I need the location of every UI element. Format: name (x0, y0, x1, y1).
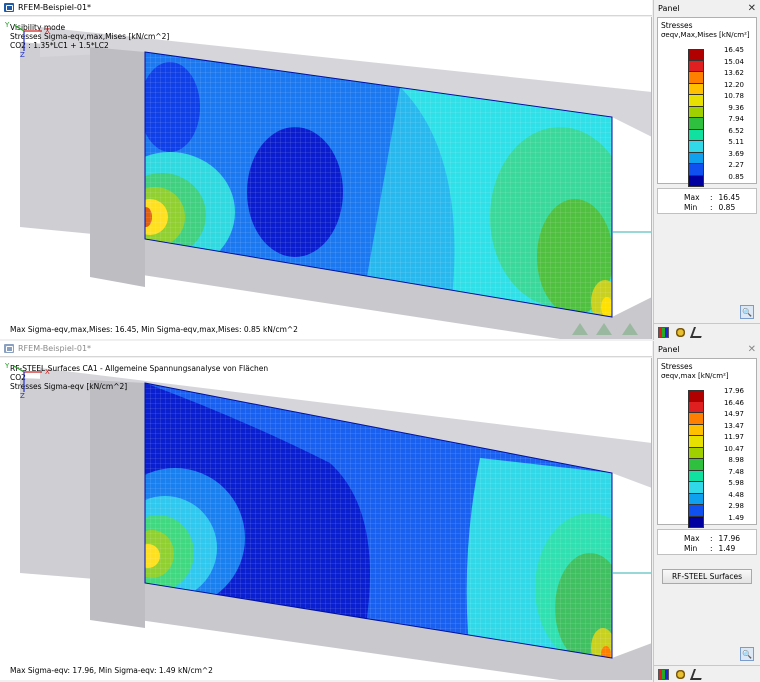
rf-steel-surfaces-button[interactable]: RF-STEEL Surfaces (662, 569, 752, 584)
color-swatch (688, 164, 704, 176)
beam-stiffener (90, 380, 145, 628)
color-swatch (688, 413, 704, 425)
bottom-panel-footer (654, 665, 760, 682)
top-legend: Stresses σeqv,Max,Mises [kN/cm²] 16.45 15… (657, 17, 757, 187)
color-swatch (688, 424, 704, 436)
bottom-title-bar[interactable]: RFEM-Beispiel-01* (0, 341, 652, 357)
color-swatch (688, 482, 704, 494)
results-icon[interactable] (675, 668, 686, 680)
axes-icon[interactable] (689, 326, 706, 338)
zoom-icon[interactable]: 🔍 (740, 647, 754, 661)
top-scale-values: 16.45 15.04 13.62 12.20 10.78 9.36 7.94 6.52 5… (723, 46, 744, 181)
bottom-panel: Panel ✕ Stresses σeqv,max [kN/cm²] 17.96… (653, 341, 760, 682)
color-swatch (688, 447, 704, 459)
svg-text:X: X (45, 368, 50, 376)
color-swatch (688, 83, 704, 95)
top-window: RFEM-Beispiel-01* Visibility mode Stress… (0, 0, 760, 340)
close-icon[interactable]: ✕ (748, 344, 756, 355)
top-window-title: RFEM-Beispiel-01* (18, 3, 92, 12)
svg-text:Y: Y (4, 21, 10, 29)
color-swatch (688, 390, 704, 402)
svg-text:Z: Z (20, 392, 25, 398)
bottom-window-title: RFEM-Beispiel-01* (18, 344, 92, 353)
beam-stiffener (90, 47, 145, 287)
color-swatch (688, 129, 704, 141)
bottom-max-row: Max:17.96 (684, 534, 741, 543)
color-swatch (688, 106, 704, 118)
bottom-status-text: Max Sigma-eqv: 17.96, Min Sigma-eqv: 1.4… (10, 666, 213, 675)
color-swatch (688, 516, 704, 528)
top-max-row: Max:16.45 (684, 193, 741, 202)
color-swatch (688, 72, 704, 84)
bottom-panel-header: Panel ✕ (658, 343, 756, 355)
app-icon (4, 344, 14, 353)
bottom-model-svg (20, 368, 651, 680)
top-panel-footer (654, 323, 760, 340)
svg-text:X: X (45, 27, 50, 35)
color-swatch (688, 141, 704, 153)
color-swatch (688, 401, 704, 413)
bottom-viewport[interactable]: RF-STEEL Surfaces CA1 - Allgemeine Spann… (0, 358, 652, 680)
bottom-color-scale (688, 390, 704, 528)
zoom-icon[interactable]: 🔍 (740, 305, 754, 319)
top-max-min: Max:16.45 Min:0.85 (657, 188, 757, 214)
bottom-window: RFEM-Beispiel-01* RF-STEEL Surfaces CA1 … (0, 341, 760, 682)
results-icon[interactable] (675, 326, 686, 338)
color-swatch (688, 436, 704, 448)
bottom-legend: Stresses σeqv,max [kN/cm²] 17.96 16.46 14.… (657, 358, 757, 528)
top-color-scale (688, 49, 704, 187)
bottom-axes-icon: X Y Z (4, 362, 50, 398)
bottom-min-row: Min:1.49 (684, 544, 736, 553)
top-status-text: Max Sigma-eqv,max,Mises: 16.45, Min Sigm… (10, 325, 298, 334)
app-icon (4, 3, 14, 12)
color-swatch (688, 493, 704, 505)
color-swatch (688, 505, 704, 517)
svg-text:Y: Y (4, 362, 10, 370)
color-swatch (688, 470, 704, 482)
top-model-svg (20, 27, 651, 339)
color-swatch (688, 118, 704, 130)
color-swatch (688, 152, 704, 164)
color-scale-icon[interactable] (658, 668, 669, 680)
top-title-bar[interactable]: RFEM-Beispiel-01* (0, 0, 652, 16)
top-viewport[interactable]: Visibility mode Stresses Sigma-eqv,max,M… (0, 17, 652, 339)
top-min-row: Min:0.85 (684, 203, 736, 212)
svg-text:Z: Z (20, 51, 25, 57)
bottom-max-min: Max:17.96 Min:1.49 (657, 529, 757, 555)
bottom-scale-values: 17.96 16.46 14.97 13.47 11.97 10.47 8.98 7.48… (723, 387, 744, 522)
top-panel-header: Panel ✕ (658, 2, 756, 14)
color-swatch (688, 459, 704, 471)
color-swatch (688, 49, 704, 61)
close-icon[interactable]: ✕ (748, 3, 756, 14)
color-swatch (688, 95, 704, 107)
color-scale-icon[interactable] (658, 326, 669, 338)
color-swatch (688, 60, 704, 72)
color-swatch (688, 175, 704, 187)
top-panel: Panel ✕ Stresses σeqv,Max,Mises [kN/cm²]… (653, 0, 760, 340)
axes-icon[interactable] (689, 668, 706, 680)
top-axes-icon: X Y Z (4, 21, 50, 57)
